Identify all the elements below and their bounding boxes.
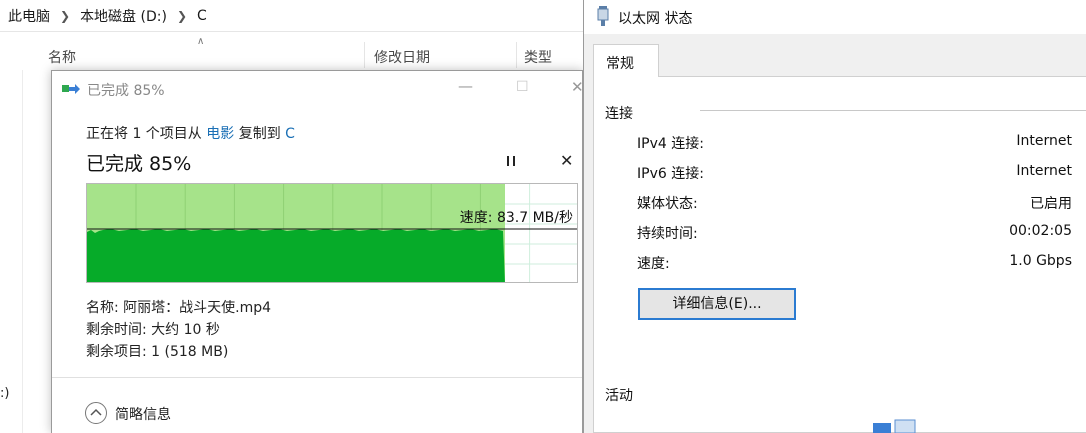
progress-fill-dark <box>87 229 505 282</box>
chevron-up-icon <box>90 408 102 416</box>
maximize-icon[interactable]: ☐ <box>516 79 529 95</box>
navigation-pane-divider <box>22 70 23 433</box>
tab-general-label: 常规 <box>606 56 634 72</box>
row-media-state: 媒体状态: 已启用 <box>637 193 1072 213</box>
copy-desc-mid: 复制到 <box>238 126 281 142</box>
speed-graph-svg <box>87 184 577 282</box>
row-value: 00:02:05 <box>1009 223 1072 239</box>
column-divider[interactable] <box>364 42 365 68</box>
breadcrumb-local-disk[interactable]: 本地磁盘 (D:) <box>80 6 167 26</box>
row-key: 媒体状态: <box>637 196 698 212</box>
column-divider[interactable] <box>516 42 517 68</box>
transfer-speed-graph: 速度: 83.7 MB/秒 <box>86 183 578 283</box>
network-adapter-icon <box>597 6 609 26</box>
cancel-copy-button[interactable]: ✕ <box>560 151 573 170</box>
details-button[interactable]: 详细信息(E)... <box>638 288 796 320</box>
speed-label: 速度: 83.7 MB/秒 <box>459 210 573 226</box>
chevron-right-icon[interactable]: ❯ <box>177 9 187 23</box>
row-ipv6: IPv6 连接: Internet <box>637 163 1072 183</box>
copy-progress-dialog: 已完成 85% — ☐ ✕ 正在将 1 个项目从 电影 复制到 C 已完成 85… <box>51 70 584 433</box>
source-folder-link[interactable]: 电影 <box>206 126 234 142</box>
ethernet-status-dialog: 以太网 状态 常规 连接 IPv4 连接: Internet IPv6 连接: … <box>583 0 1086 433</box>
ethernet-dialog-titlebar[interactable]: 以太网 状态 <box>584 0 1086 34</box>
percent-complete: 已完成 85% <box>86 153 192 175</box>
activity-group-label: 活动 <box>605 388 633 404</box>
pause-button[interactable] <box>504 153 518 167</box>
close-icon[interactable]: ✕ <box>571 78 584 96</box>
ethernet-dialog-title: 以太网 状态 <box>618 11 693 27</box>
row-ipv4: IPv4 连接: Internet <box>637 133 1072 153</box>
row-key: 速度: <box>637 256 670 272</box>
breadcrumb: 此电脑 ❯ 本地磁盘 (D:) ❯ C <box>0 0 586 32</box>
row-value: Internet <box>1016 163 1072 179</box>
row-key: IPv6 连接: <box>637 166 704 182</box>
row-value: 1.0 Gbps <box>1009 253 1072 269</box>
row-speed: 速度: 1.0 Gbps <box>637 253 1072 273</box>
less-details-label[interactable]: 简略信息 <box>115 404 171 424</box>
items-remaining: 剩余项目: 1 (518 MB) <box>86 344 229 360</box>
row-value: Internet <box>1016 133 1072 149</box>
nav-pane-partial-text: :) <box>0 386 10 401</box>
breadcrumb-folder-c[interactable]: C <box>197 8 207 24</box>
file-name: 名称: 阿丽塔：战斗天使.mp4 <box>86 300 272 316</box>
time-remaining: 剩余时间: 大约 10 秒 <box>86 322 220 338</box>
row-duration: 持续时间: 00:02:05 <box>637 223 1072 243</box>
network-activity-icon <box>873 419 916 433</box>
copy-description: 正在将 1 个项目从 电影 复制到 C <box>86 123 295 143</box>
column-modified-date[interactable]: 修改日期 <box>374 47 430 67</box>
connection-group-label: 连接 <box>605 106 633 122</box>
target-folder-link[interactable]: C <box>285 126 295 142</box>
copy-dialog-title: 已完成 85% <box>87 83 165 99</box>
copy-dialog-titlebar[interactable]: 已完成 85% — ☐ ✕ <box>52 71 584 107</box>
column-name[interactable]: 名称 <box>48 47 76 67</box>
row-key: 持续时间: <box>637 226 698 242</box>
breadcrumb-this-pc[interactable]: 此电脑 <box>8 6 50 26</box>
copy-desc-prefix: 正在将 1 个项目从 <box>86 126 202 142</box>
copy-dialog-footer: 简略信息 <box>52 377 582 433</box>
chevron-right-icon[interactable]: ❯ <box>60 9 70 23</box>
tab-general[interactable]: 常规 <box>593 44 659 77</box>
row-key: IPv4 连接: <box>637 136 704 152</box>
row-value: 已启用 <box>1030 196 1072 212</box>
column-type[interactable]: 类型 <box>524 47 552 67</box>
minimize-icon[interactable]: — <box>458 77 473 95</box>
column-header: 名称 修改日期 类型 <box>0 40 586 70</box>
collapse-details-button[interactable] <box>85 402 107 424</box>
group-divider <box>700 110 1086 111</box>
copy-files-icon <box>62 84 80 94</box>
